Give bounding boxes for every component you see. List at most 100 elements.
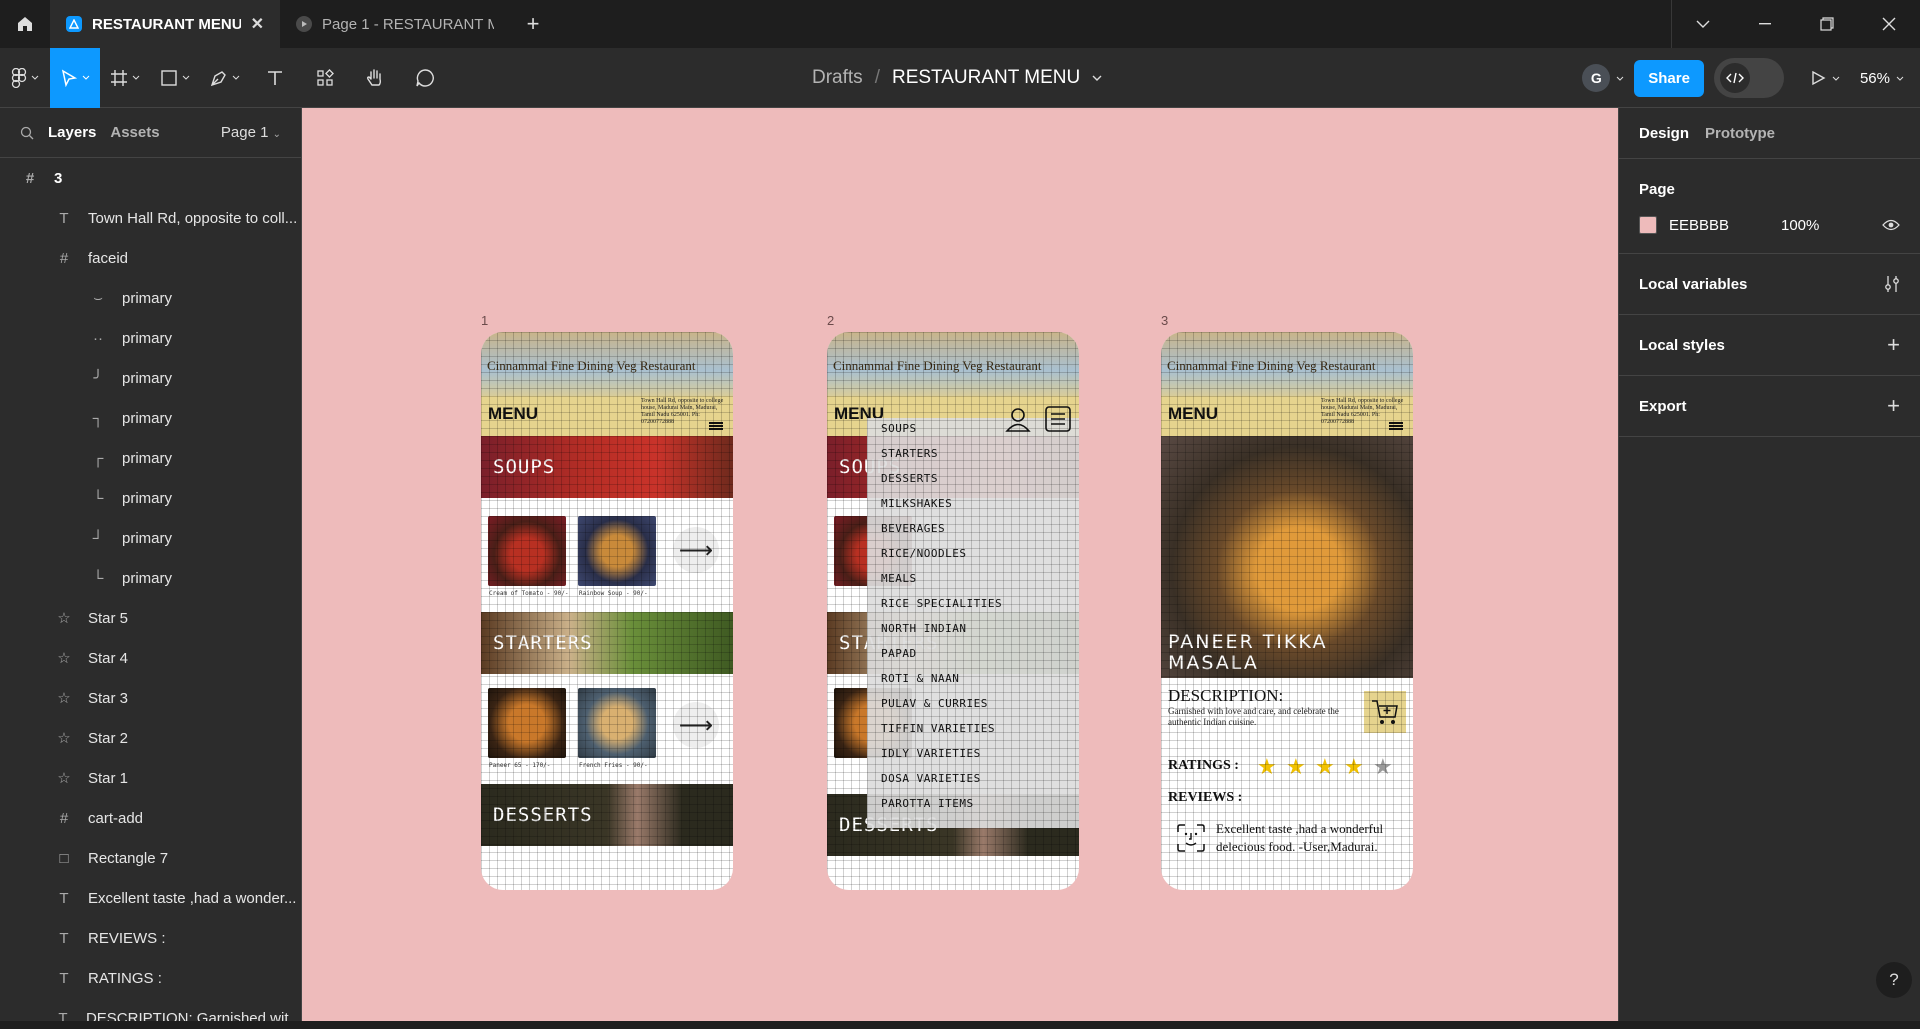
page-opacity[interactable]: 100%	[1781, 217, 1819, 234]
present-button[interactable]	[1810, 70, 1840, 86]
export-section: Export +	[1619, 375, 1920, 437]
page-selector[interactable]: Page 1 ⌄	[221, 124, 281, 141]
layer-row[interactable]: #3	[0, 158, 301, 198]
layer-type-icon: #	[59, 249, 69, 267]
new-tab-button[interactable]: +	[510, 0, 556, 48]
arrow-right-icon: ⟶	[673, 527, 719, 573]
tab-prototype-page[interactable]: Page 1 - RESTAURANT MENU	[280, 0, 510, 48]
file-name[interactable]: RESTAURANT MENU	[892, 67, 1080, 89]
variables-settings-icon[interactable]	[1884, 275, 1900, 293]
layer-row[interactable]: ☆ Star 2	[0, 718, 301, 758]
help-button[interactable]: ?	[1876, 962, 1912, 998]
category-menu-item: DOSA VARIETIES	[881, 772, 981, 785]
dev-mode-toggle[interactable]	[1713, 58, 1784, 98]
comment-tool[interactable]	[400, 48, 450, 108]
shape-tool[interactable]	[150, 48, 200, 108]
frame-dish-detail[interactable]: Cinnammal Fine Dining Veg Restaurant MEN…	[1161, 332, 1413, 890]
frame-tool[interactable]	[100, 48, 150, 108]
close-tab-icon[interactable]: ✕	[251, 14, 264, 34]
layer-row[interactable]: T Town Hall Rd, opposite to coll...	[0, 198, 301, 238]
zoom-dropdown[interactable]: 56%	[1860, 70, 1904, 87]
eye-icon[interactable]	[1882, 219, 1900, 231]
layer-name: primary	[122, 329, 173, 347]
category-menu-item: SOUPS	[881, 422, 917, 435]
layer-name: REVIEWS :	[88, 929, 166, 947]
local-variables-title[interactable]: Local variables	[1639, 276, 1747, 293]
move-tool[interactable]	[50, 47, 100, 108]
rating-star: ★	[1315, 754, 1335, 779]
play-icon	[1812, 70, 1826, 86]
page-color-hex[interactable]: EEBBBB	[1669, 217, 1769, 234]
color-swatch[interactable]	[1639, 216, 1657, 234]
plus-icon[interactable]: +	[1887, 393, 1900, 419]
layer-row[interactable]: ☆ Star 5	[0, 598, 301, 638]
frame-menu-home[interactable]: Cinnammal Fine Dining Veg Restaurant MEN…	[481, 332, 733, 890]
layer-row[interactable]: ☆ Star 1	[0, 758, 301, 798]
chevron-down-icon	[1896, 76, 1904, 81]
category-menu-item: PAROTTA ITEMS	[881, 797, 974, 810]
layer-name: Star 2	[88, 729, 129, 747]
layer-row[interactable]: □ Rectangle 7	[0, 838, 301, 878]
page-fill-row: EEBBBB 100%	[1639, 205, 1900, 245]
layer-row[interactable]: ☆ Star 3	[0, 678, 301, 718]
breadcrumb-drafts[interactable]: Drafts	[812, 67, 863, 89]
tab-layers[interactable]: Layers	[48, 124, 96, 141]
search-icon[interactable]	[20, 126, 34, 140]
close-window-button[interactable]	[1858, 0, 1920, 48]
hand-tool[interactable]	[350, 48, 400, 108]
layer-row[interactable]: ┌ primary	[0, 438, 301, 478]
layer-row[interactable]: ·· primary	[0, 318, 301, 358]
resources-tool[interactable]	[300, 48, 350, 108]
cart-add-button	[1364, 691, 1406, 733]
layer-row[interactable]: ☆ Star 4	[0, 638, 301, 678]
restore-button[interactable]	[1796, 0, 1858, 48]
close-icon	[1882, 17, 1896, 31]
tab-restaurant-menu[interactable]: RESTAURANT MENU ✕	[50, 0, 280, 48]
category-dropdown: SOUPS STARTERS DESSERTS MILKSHAKES BEVERAGES…	[867, 418, 1079, 828]
layer-row[interactable]: # cart-add	[0, 798, 301, 838]
design-panel-tabs: Design Prototype	[1619, 108, 1920, 158]
layer-row[interactable]: T Excellent taste ,had a wonder...	[0, 878, 301, 918]
frame-label[interactable]: 2	[827, 313, 834, 328]
layer-row[interactable]: └ primary	[0, 558, 301, 598]
frame-label[interactable]: 1	[481, 313, 488, 328]
chevron-down-icon[interactable]	[1092, 75, 1102, 81]
plus-icon[interactable]: +	[1887, 332, 1900, 358]
layer-row[interactable]: └ primary	[0, 478, 301, 518]
text-tool[interactable]	[250, 48, 300, 108]
plus-icon: +	[526, 11, 540, 36]
canvas[interactable]: 1 Cinnammal Fine Dining Veg Restaurant M…	[302, 108, 1618, 1021]
frame-label[interactable]: 3	[1161, 313, 1168, 328]
layer-row[interactable]: T REVIEWS :	[0, 918, 301, 958]
arrow-right-icon: ⟶	[673, 702, 719, 748]
layer-row[interactable]: T RATINGS :	[0, 958, 301, 998]
main-menu-button[interactable]	[0, 48, 50, 108]
home-icon	[18, 17, 32, 31]
layer-row[interactable]: ╯ primary	[0, 358, 301, 398]
tab-assets[interactable]: Assets	[110, 124, 159, 141]
dish-name: PANEER TIKKA MASALA	[1168, 631, 1328, 674]
layer-row[interactable]: ┘ primary	[0, 518, 301, 558]
home-button[interactable]	[0, 0, 50, 48]
tab-design[interactable]: Design	[1639, 125, 1689, 142]
share-button[interactable]: Share	[1634, 59, 1704, 97]
frame-menu-dropdown[interactable]: Cinnammal Fine Dining Veg Restaurant MEN…	[827, 332, 1079, 890]
multiplayer-avatars[interactable]: G	[1582, 64, 1624, 92]
local-styles-section: Local styles +	[1619, 314, 1920, 375]
layer-list: #3 T Town Hall Rd, opposite to coll... # fac…	[0, 158, 301, 1029]
rating-star: ★	[1373, 754, 1393, 779]
pen-tool[interactable]	[200, 48, 250, 108]
resources-icon	[317, 68, 334, 86]
restaurant-name: Cinnammal Fine Dining Veg Restaurant	[487, 358, 696, 373]
layer-row[interactable]: ┐ primary	[0, 398, 301, 438]
layers-panel: Layers Assets Page 1 ⌄ #3 T Town Hall Rd, …	[0, 108, 302, 1029]
hamburger-icon	[1389, 422, 1403, 430]
chevron-down-icon	[1832, 76, 1840, 81]
avatar: G	[1582, 64, 1611, 92]
tab-prototype[interactable]: Prototype	[1705, 125, 1775, 142]
minimize-button[interactable]	[1734, 0, 1796, 48]
menu-title: MENU	[1168, 404, 1219, 423]
layer-row[interactable]: # faceid	[0, 238, 301, 278]
layer-row[interactable]: ⌣ primary	[0, 278, 301, 318]
tabs-dropdown-button[interactable]	[1672, 0, 1734, 48]
